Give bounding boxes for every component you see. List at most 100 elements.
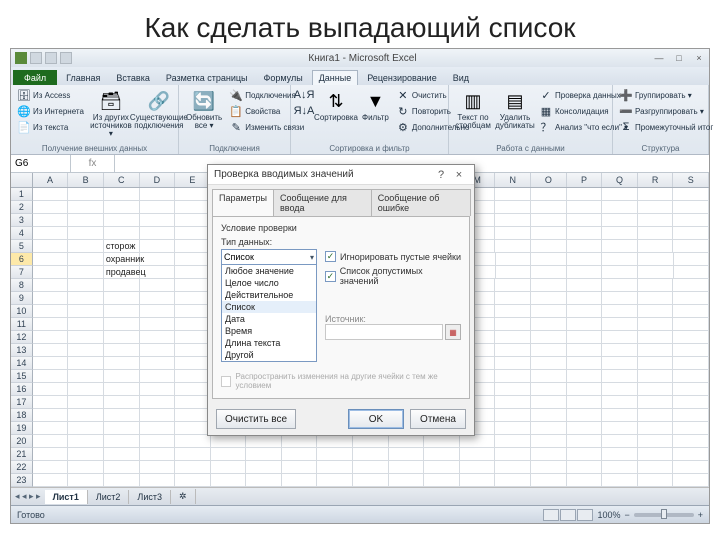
cell-O13[interactable] xyxy=(531,344,567,357)
row-header-10[interactable]: 10 xyxy=(11,305,33,318)
cell-D2[interactable] xyxy=(140,201,176,214)
cell-Q4[interactable] xyxy=(602,227,638,240)
cell-O18[interactable] xyxy=(531,409,567,422)
cell-B2[interactable] xyxy=(68,201,104,214)
qat-save-icon[interactable] xyxy=(30,52,42,64)
cell-C8[interactable] xyxy=(104,279,140,292)
cell-Q7[interactable] xyxy=(602,266,638,279)
opt-real[interactable]: Действительное xyxy=(222,289,316,301)
checkbox-ignore-blank[interactable]: ✓Игнорировать пустые ячейки xyxy=(325,251,461,262)
dialog-help-button[interactable]: ? xyxy=(432,169,450,181)
sort-az-button[interactable]: А↓Я xyxy=(295,87,313,103)
cell-O20[interactable] xyxy=(531,435,567,448)
cell-R7[interactable] xyxy=(638,266,674,279)
cell-L20[interactable] xyxy=(424,435,460,448)
cell-D10[interactable] xyxy=(140,305,176,318)
cell-D14[interactable] xyxy=(140,357,176,370)
cell-R21[interactable] xyxy=(638,448,674,461)
cell-A14[interactable] xyxy=(33,357,69,370)
cell-M22[interactable] xyxy=(460,461,496,474)
cell-E3[interactable] xyxy=(175,214,211,227)
cell-Q22[interactable] xyxy=(602,461,638,474)
cell-N10[interactable] xyxy=(495,305,531,318)
cell-O2[interactable] xyxy=(531,201,567,214)
cell-J22[interactable] xyxy=(353,461,389,474)
cell-P18[interactable] xyxy=(567,409,603,422)
cell-B17[interactable] xyxy=(68,396,104,409)
cell-C22[interactable] xyxy=(104,461,140,474)
cell-P3[interactable] xyxy=(567,214,603,227)
cell-D19[interactable] xyxy=(140,422,176,435)
row-header-17[interactable]: 17 xyxy=(11,396,33,409)
cell-S21[interactable] xyxy=(673,448,709,461)
group-button[interactable]: ➕Группировать ▾ xyxy=(617,87,715,103)
cell-P10[interactable] xyxy=(567,305,603,318)
cell-C7[interactable]: продавец xyxy=(104,266,140,279)
dialog-close-button[interactable]: × xyxy=(450,169,468,181)
cell-C19[interactable] xyxy=(104,422,140,435)
row-header-21[interactable]: 21 xyxy=(11,448,33,461)
cell-M21[interactable] xyxy=(460,448,496,461)
cell-O3[interactable] xyxy=(531,214,567,227)
zoom-thumb[interactable] xyxy=(661,509,667,519)
cell-S10[interactable] xyxy=(673,305,709,318)
cell-Q21[interactable] xyxy=(602,448,638,461)
cell-G22[interactable] xyxy=(246,461,282,474)
cell-C18[interactable] xyxy=(104,409,140,422)
cell-D6[interactable] xyxy=(140,253,176,266)
cell-Q3[interactable] xyxy=(602,214,638,227)
cell-C15[interactable] xyxy=(104,370,140,383)
dialog-tab-params[interactable]: Параметры xyxy=(212,189,274,216)
opt-textlen[interactable]: Длина текста xyxy=(222,337,316,349)
cell-N6[interactable] xyxy=(496,253,532,266)
opt-time[interactable]: Время xyxy=(222,325,316,337)
row-header-6[interactable]: 6 xyxy=(11,253,33,266)
cell-N17[interactable] xyxy=(495,396,531,409)
cancel-button[interactable]: Отмена xyxy=(410,409,466,429)
cell-F23[interactable] xyxy=(211,474,247,487)
cell-J20[interactable] xyxy=(353,435,389,448)
cell-Q18[interactable] xyxy=(602,409,638,422)
cell-A8[interactable] xyxy=(33,279,69,292)
row-header-18[interactable]: 18 xyxy=(11,409,33,422)
cell-N16[interactable] xyxy=(495,383,531,396)
cell-A17[interactable] xyxy=(33,396,69,409)
cell-A19[interactable] xyxy=(33,422,69,435)
cell-D4[interactable] xyxy=(140,227,176,240)
cell-B15[interactable] xyxy=(68,370,104,383)
cell-O7[interactable] xyxy=(531,266,567,279)
ok-button[interactable]: OK xyxy=(348,409,404,429)
cell-R2[interactable] xyxy=(638,201,674,214)
cell-S18[interactable] xyxy=(673,409,709,422)
col-header-E[interactable]: E xyxy=(175,173,211,187)
cell-B23[interactable] xyxy=(68,474,104,487)
col-header-B[interactable]: B xyxy=(68,173,104,187)
cell-P17[interactable] xyxy=(567,396,603,409)
cell-O16[interactable] xyxy=(531,383,567,396)
cell-Q1[interactable] xyxy=(602,188,638,201)
cell-F21[interactable] xyxy=(211,448,247,461)
from-web-button[interactable]: 🌐Из Интернета xyxy=(15,103,86,119)
cell-C21[interactable] xyxy=(104,448,140,461)
cell-E13[interactable] xyxy=(175,344,211,357)
cell-S3[interactable] xyxy=(673,214,709,227)
cell-D23[interactable] xyxy=(140,474,176,487)
cell-B13[interactable] xyxy=(68,344,104,357)
checkbox-in-cell-dropdown[interactable]: ✓Список допустимых значений xyxy=(325,266,461,286)
cell-O15[interactable] xyxy=(531,370,567,383)
cell-C9[interactable] xyxy=(104,292,140,305)
cell-D21[interactable] xyxy=(140,448,176,461)
tab-data[interactable]: Данные xyxy=(312,70,359,85)
cell-D9[interactable] xyxy=(140,292,176,305)
cell-S11[interactable] xyxy=(673,318,709,331)
name-box[interactable]: G6 xyxy=(11,155,71,172)
cell-N3[interactable] xyxy=(495,214,531,227)
cell-A23[interactable] xyxy=(33,474,69,487)
cell-B16[interactable] xyxy=(68,383,104,396)
cell-P7[interactable] xyxy=(567,266,603,279)
cell-N5[interactable] xyxy=(495,240,531,253)
cell-L21[interactable] xyxy=(424,448,460,461)
row-header-16[interactable]: 16 xyxy=(11,383,33,396)
cell-M23[interactable] xyxy=(460,474,496,487)
existing-conn-button[interactable]: 🔗Существующие подключения xyxy=(136,87,182,132)
